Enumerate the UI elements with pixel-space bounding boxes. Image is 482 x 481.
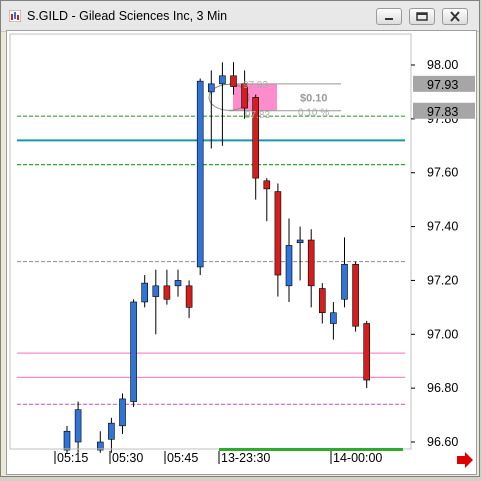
candle-body <box>274 191 282 276</box>
price-marker-label: 97.93 <box>427 78 458 92</box>
candle-body <box>208 83 215 93</box>
candle-body <box>108 422 115 440</box>
window-title: S.GILD - Gilead Sciences Inc, 3 Min <box>27 9 228 23</box>
y-tick-label: 97.40 <box>427 220 458 234</box>
candle-body <box>341 263 348 300</box>
chart-window: S.GILD - Gilead Sciences Inc, 3 Min 97.9… <box>0 0 480 477</box>
price-marker-label: 97.83 <box>427 105 458 119</box>
minimize-icon <box>385 18 393 20</box>
candle-body <box>352 263 359 327</box>
x-tick-label: 05:30 <box>112 451 143 465</box>
close-button[interactable] <box>442 8 468 25</box>
candle-body <box>185 285 193 308</box>
candle-body <box>307 239 315 287</box>
minimize-button[interactable] <box>376 8 402 25</box>
candle-body <box>296 239 304 244</box>
candle <box>363 320 371 389</box>
title-bar[interactable]: S.GILD - Gilead Sciences Inc, 3 Min <box>1 1 479 32</box>
measure-bottom-label: 97.83 <box>245 110 270 121</box>
candle-body <box>130 301 137 402</box>
y-tick-label: 97.20 <box>427 273 458 287</box>
candle-body <box>318 288 326 314</box>
candle-body <box>196 80 204 268</box>
x-tick-label: 13-23:30 <box>221 451 270 465</box>
measure-top-label: 97.93 <box>243 80 268 91</box>
measure-percent-diff: 0.10 % <box>298 107 329 118</box>
candle-body <box>330 312 337 324</box>
candle-body <box>74 409 82 443</box>
close-icon <box>450 11 460 22</box>
y-tick-label: 98.00 <box>427 58 458 72</box>
candle-body <box>174 280 182 287</box>
restore-button[interactable] <box>409 8 435 25</box>
scroll-right-arrow-icon <box>457 452 473 468</box>
candlestick-chart[interactable]: 97.9397.83$0.100.10 %98.0097.8097.6097.4… <box>7 31 478 476</box>
measure-price-diff: $0.10 <box>300 92 328 104</box>
candle-body <box>163 285 171 300</box>
y-tick-label: 96.60 <box>427 435 458 449</box>
y-tick-label: 97.60 <box>427 166 458 180</box>
candle-body <box>141 282 148 303</box>
restore-icon <box>416 12 428 21</box>
candle-body <box>119 398 126 427</box>
x-tick-label: 05:15 <box>57 451 88 465</box>
plot-frame <box>9 33 412 450</box>
candle-body <box>219 75 226 85</box>
candle-body <box>152 285 160 297</box>
candle-body <box>263 180 271 190</box>
candle-body <box>63 430 71 451</box>
candle <box>130 299 137 407</box>
candle-body <box>363 323 371 381</box>
y-tick-label: 97.00 <box>427 327 458 341</box>
x-tick-label: 05:45 <box>167 451 198 465</box>
x-tick-label: 14-00:00 <box>333 451 382 465</box>
candle <box>196 78 204 276</box>
y-tick-label: 96.80 <box>427 381 458 395</box>
candle-body <box>230 75 237 87</box>
app-chart-icon <box>9 10 21 22</box>
candle <box>352 261 359 332</box>
candle-body <box>285 245 293 287</box>
chart-area[interactable]: 97.93 97.83 $0.10 0.10 % 98.00 97.80 97.60 97.4… <box>6 30 477 475</box>
